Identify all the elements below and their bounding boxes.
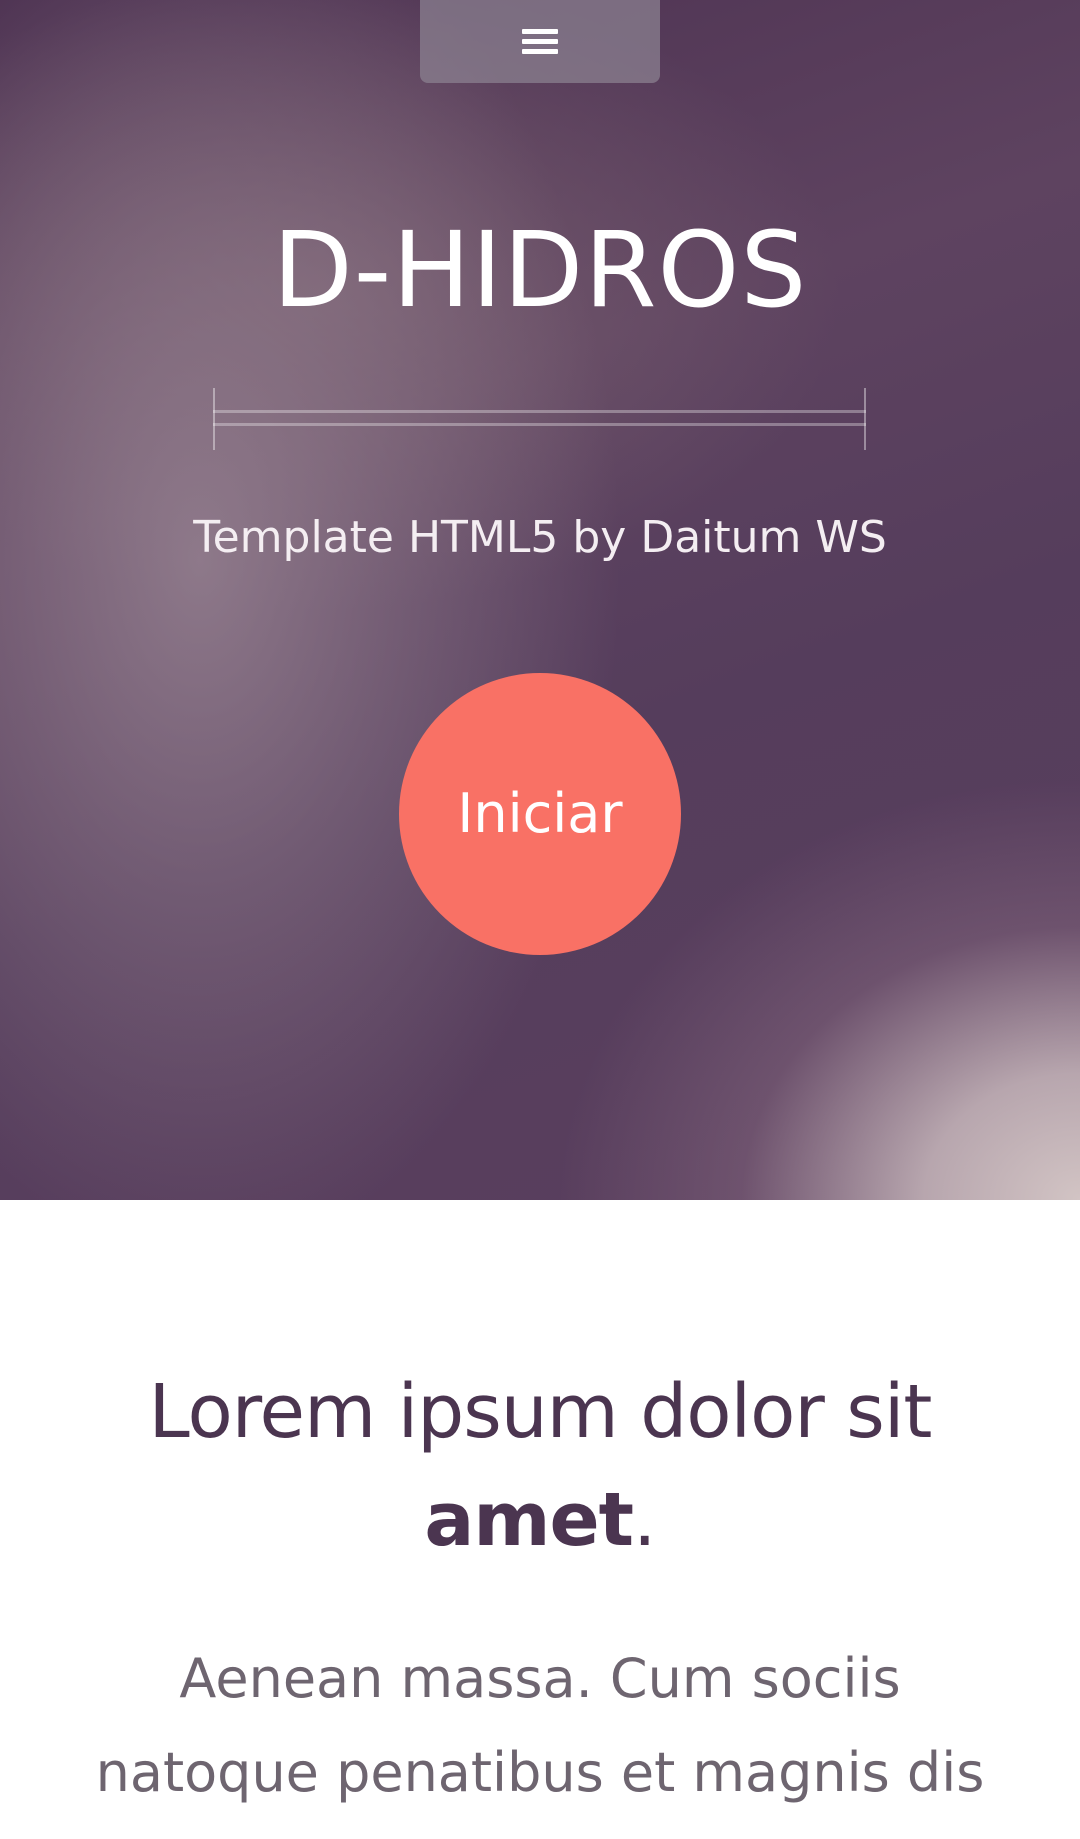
page: D-HIDROS Template HTML5 by Daitum WS Ini…: [0, 0, 1080, 1839]
section-heading-end: .: [633, 1477, 657, 1563]
site-title: D-HIDROS: [272, 209, 808, 331]
menu-toggle-button[interactable]: [420, 0, 660, 83]
intro-section: Lorem ipsum dolor sit amet. Aenean massa.…: [0, 1200, 1080, 1839]
section-paragraph: Aenean massa. Cum sociis natoque penatib…: [95, 1647, 985, 1804]
section-heading-regular: Lorem ipsum dolor sit: [148, 1369, 933, 1455]
section-heading: Lorem ipsum dolor sit amet.: [60, 1358, 1020, 1574]
site-subtitle: Template HTML5 by Daitum WS: [193, 512, 887, 563]
hero-background: [0, 0, 1080, 1200]
title-divider: [213, 388, 866, 450]
start-button[interactable]: Iniciar: [399, 673, 681, 955]
hamburger-icon: [522, 28, 558, 56]
hero-banner: D-HIDROS Template HTML5 by Daitum WS Ini…: [0, 0, 1080, 1200]
section-heading-bold: amet: [424, 1477, 634, 1563]
